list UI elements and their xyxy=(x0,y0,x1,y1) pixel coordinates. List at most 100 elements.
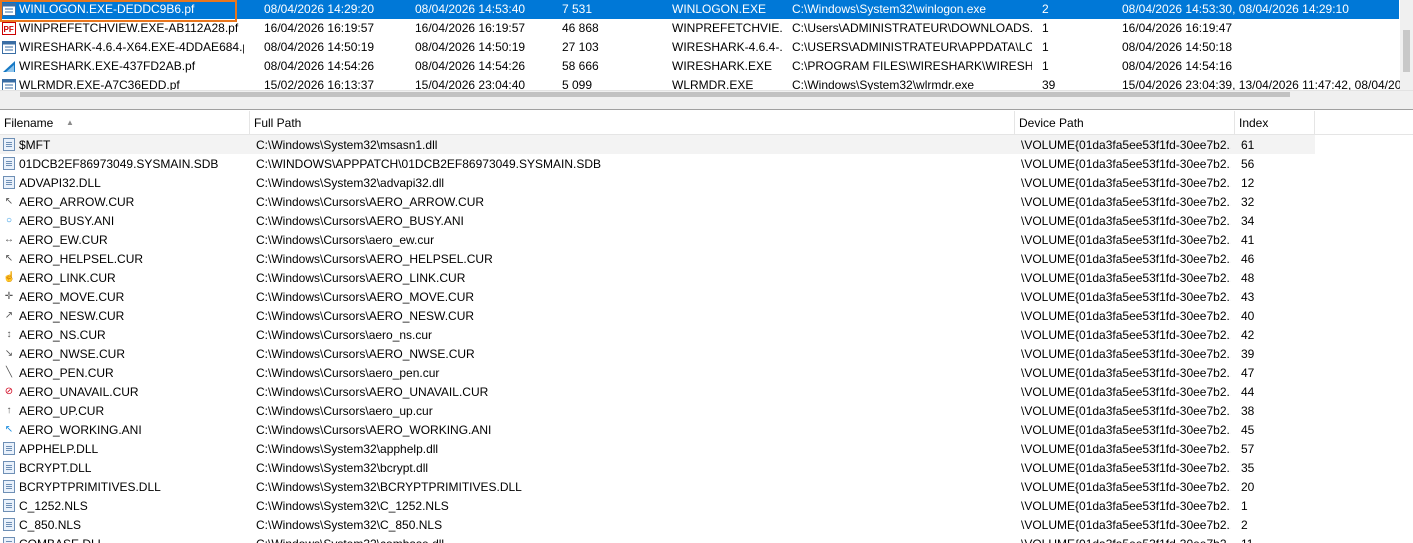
sort-ascending-icon: ▲ xyxy=(66,118,74,127)
prefetch-row[interactable]: WIRESHARK-4.6.4-X64.EXE-4DDAE684.pf 08/04… xyxy=(0,38,1399,57)
table-row[interactable]: BCRYPTPRIMITIVES.DLL C:\Windows\System32\… xyxy=(0,477,1413,496)
table-row[interactable]: ↗ AERO_NESW.CUR C:\Windows\Cursors\AERO_NE… xyxy=(0,306,1413,325)
device-path-cell: \VOLUME{01da3fa5ee53f1fd-30ee7b2... xyxy=(1021,328,1231,342)
column-header-index[interactable]: Index xyxy=(1235,111,1315,135)
full-path-cell: C:\Windows\Cursors\AERO_UNAVAIL.CUR xyxy=(256,385,489,399)
table-row[interactable]: ⊘ AERO_UNAVAIL.CUR C:\Windows\Cursors\AERO… xyxy=(0,382,1413,401)
table-row[interactable]: ↖ AERO_WORKING.ANI C:\Windows\Cursors\AERO… xyxy=(0,420,1413,439)
full-path-cell: C:\Windows\System32\C_850.NLS xyxy=(256,518,443,532)
column-header-full-path[interactable]: Full Path xyxy=(250,111,1015,135)
table-row[interactable]: ↖ AERO_ARROW.CUR C:\Windows\Cursors\AERO_A… xyxy=(0,192,1413,211)
file-icon xyxy=(3,461,15,474)
device-path-cell: \VOLUME{01da3fa5ee53f1fd-30ee7b2... xyxy=(1021,290,1231,304)
table-row[interactable]: ✛ AERO_MOVE.CUR C:\Windows\Cursors\AERO_MO… xyxy=(0,287,1413,306)
last-run-time-cell: 08/04/2026 14:54:16 xyxy=(1122,59,1233,73)
prefetch-list-horizontal-scrollbar[interactable] xyxy=(0,90,1413,98)
pen-cursor-icon: ╲ xyxy=(5,367,13,378)
modified-time-cell: 08/04/2026 14:50:19 xyxy=(415,40,526,54)
list-header: Filename ▲ Full Path Device Path Index xyxy=(0,111,1413,135)
full-path-cell: C:\Windows\System32\C_1252.NLS xyxy=(256,499,449,513)
prefetch-list-vertical-scrollbar[interactable] xyxy=(1400,0,1413,90)
full-path-cell: C:\Windows\Cursors\AERO_LINK.CUR xyxy=(256,271,466,285)
table-row[interactable]: ╲ AERO_PEN.CUR C:\Windows\Cursors\aero_pen… xyxy=(0,363,1413,382)
table-row[interactable]: ↘ AERO_NWSE.CUR C:\Windows\Cursors\AERO_NW… xyxy=(0,344,1413,363)
full-path-cell: C:\Windows\System32\combase.dll xyxy=(256,537,1011,543)
full-path-cell: C:\Windows\Cursors\AERO_MOVE.CUR xyxy=(256,290,475,304)
device-path-cell: \VOLUME{01da3fa5ee53f1fd-30ee7b2... xyxy=(1021,138,1231,152)
device-path-cell: \VOLUME{01da3fa5ee53f1fd-30ee7b2... xyxy=(1021,518,1231,532)
table-row[interactable]: BCRYPT.DLL C:\Windows\System32\bcrypt.dll… xyxy=(0,458,1413,477)
created-time-cell: 08/04/2026 14:29:20 xyxy=(264,2,375,16)
table-row[interactable]: ↑ AERO_UP.CUR C:\Windows\Cursors\aero_up.c… xyxy=(0,401,1413,420)
filename-cell: $MFT xyxy=(19,138,51,152)
table-row[interactable]: $MFT C:\Windows\System32\msasn1.dll \VOLUM… xyxy=(0,135,1315,154)
resize-nesw-cursor-icon: ↗ xyxy=(4,310,14,321)
scrollbar-thumb[interactable] xyxy=(1403,30,1410,72)
table-row[interactable]: 01DCB2EF86973049.SYSMAIN.SDB C:\WINDOWS\A… xyxy=(0,154,1413,173)
file-icon xyxy=(3,442,15,455)
modified-time-cell: 08/04/2026 14:54:26 xyxy=(415,59,526,73)
index-cell: 43 xyxy=(1241,290,1255,304)
full-path-cell: C:\Windows\Cursors\AERO_WORKING.ANI xyxy=(256,423,492,437)
prefetch-row[interactable]: WLRMDR.EXE-A7C36EDD.pf 15/02/2026 16:13:3… xyxy=(0,76,1402,90)
index-cell: 32 xyxy=(1241,195,1255,209)
index-cell: 47 xyxy=(1241,366,1255,380)
index-cell: 61 xyxy=(1241,138,1255,152)
filename-cell: AERO_MOVE.CUR xyxy=(19,290,125,304)
table-row[interactable]: APPHELP.DLL C:\Windows\System32\apphelp.d… xyxy=(0,439,1413,458)
run-counter-cell: 2 xyxy=(1042,2,1049,16)
process-path-cell: C:\USERS\ADMINISTRATEUR\APPDATA\LO... xyxy=(792,40,1032,54)
index-cell: 12 xyxy=(1241,176,1255,190)
filename-cell: WIRESHARK-4.6.4-X64.EXE-4DDAE684.pf xyxy=(19,40,244,54)
index-cell: 42 xyxy=(1241,328,1255,342)
index-cell: 45 xyxy=(1241,423,1255,437)
filename-cell: WINPREFETCHVIEW.EXE-AB112A28.pf xyxy=(19,21,239,35)
table-row[interactable]: C_850.NLS C:\Windows\System32\C_850.NLS \V… xyxy=(0,515,1413,534)
process-exe-cell: WIRESHARK-4.6.4-... xyxy=(672,40,782,54)
table-row[interactable]: ADVAPI32.DLL C:\Windows\System32\advapi32… xyxy=(0,173,1413,192)
table-row[interactable]: ↖ AERO_HELPSEL.CUR C:\Windows\Cursors\AERO… xyxy=(0,249,1413,268)
index-cell: 2 xyxy=(1241,518,1248,532)
full-path-cell: C:\Windows\System32\advapi32.dll xyxy=(256,176,445,190)
device-path-cell: \VOLUME{01da3fa5ee53f1fd-30ee7b2... xyxy=(1021,442,1231,456)
table-row[interactable]: ☝ AERO_LINK.CUR C:\Windows\Cursors\AERO_LI… xyxy=(0,268,1413,287)
table-row[interactable]: ○ AERO_BUSY.ANI C:\Windows\Cursors\AERO_BU… xyxy=(0,211,1413,230)
filename-cell: C_850.NLS xyxy=(19,518,82,532)
filename-cell: AERO_BUSY.ANI xyxy=(19,214,115,228)
process-path-cell: C:\PROGRAM FILES\WIRESHARK\WIRESHA... xyxy=(792,59,1032,73)
file-icon xyxy=(3,518,15,531)
file-size-cell: 58 666 xyxy=(562,59,599,73)
prefetch-file-icon xyxy=(2,41,16,54)
index-cell: 41 xyxy=(1241,233,1255,247)
scrollbar-thumb[interactable] xyxy=(20,92,1290,97)
filename-cell: AERO_NESW.CUR xyxy=(19,309,125,323)
table-row[interactable]: C_1252.NLS C:\Windows\System32\C_1252.NLS… xyxy=(0,496,1413,515)
device-path-cell: \VOLUME{01da3fa5ee53f1fd-30ee7b2... xyxy=(1021,176,1231,190)
table-row[interactable]: ↕ AERO_NS.CUR C:\Windows\Cursors\aero_ns.c… xyxy=(0,325,1413,344)
prefetch-files-list[interactable]: WINLOGON.EXE-DEDDC9B6.pf 08/04/2026 14:29… xyxy=(0,0,1413,90)
column-header-filename[interactable]: Filename ▲ xyxy=(0,111,250,135)
run-counter-cell: 1 xyxy=(1042,21,1049,35)
filename-cell: AERO_NWSE.CUR xyxy=(19,347,126,361)
pane-splitter[interactable] xyxy=(0,98,1413,110)
filename-cell: AERO_UNAVAIL.CUR xyxy=(19,385,139,399)
filename-cell: ADVAPI32.DLL xyxy=(19,176,101,190)
full-path-cell: C:\Windows\System32\apphelp.dll xyxy=(256,442,439,456)
table-row[interactable]: COMBASE.DLL C:\Windows\System32\combase.d… xyxy=(0,534,1413,543)
full-path-cell: C:\Windows\Cursors\AERO_NWSE.CUR xyxy=(256,347,475,361)
referenced-files-list[interactable]: Filename ▲ Full Path Device Path Index $… xyxy=(0,111,1413,543)
prefetch-row[interactable]: WIRESHARK.EXE-437FD2AB.pf 08/04/2026 14:5… xyxy=(0,57,1399,76)
table-row[interactable]: ↔ AERO_EW.CUR C:\Windows\Cursors\aero_ew.c… xyxy=(0,230,1413,249)
device-path-cell: \VOLUME{01da3fa5ee53f1fd-30ee7b2... xyxy=(1021,252,1231,266)
full-path-cell: C:\Windows\Cursors\aero_ns.cur xyxy=(256,328,433,342)
column-header-device-path[interactable]: Device Path xyxy=(1015,111,1235,135)
working-cursor-icon: ↖ xyxy=(4,424,14,435)
last-run-time-cell: 16/04/2026 16:19:47 xyxy=(1122,21,1233,35)
file-size-cell: 46 868 xyxy=(562,21,599,35)
index-cell: 56 xyxy=(1241,157,1255,171)
filename-cell: APPHELP.DLL xyxy=(19,442,99,456)
file-icon xyxy=(3,499,15,512)
run-counter-cell: 1 xyxy=(1042,59,1049,73)
device-path-cell: \VOLUME{01da3fa5ee53f1fd-30ee7b2... xyxy=(1021,195,1231,209)
svg-text:PF: PF xyxy=(4,25,14,34)
